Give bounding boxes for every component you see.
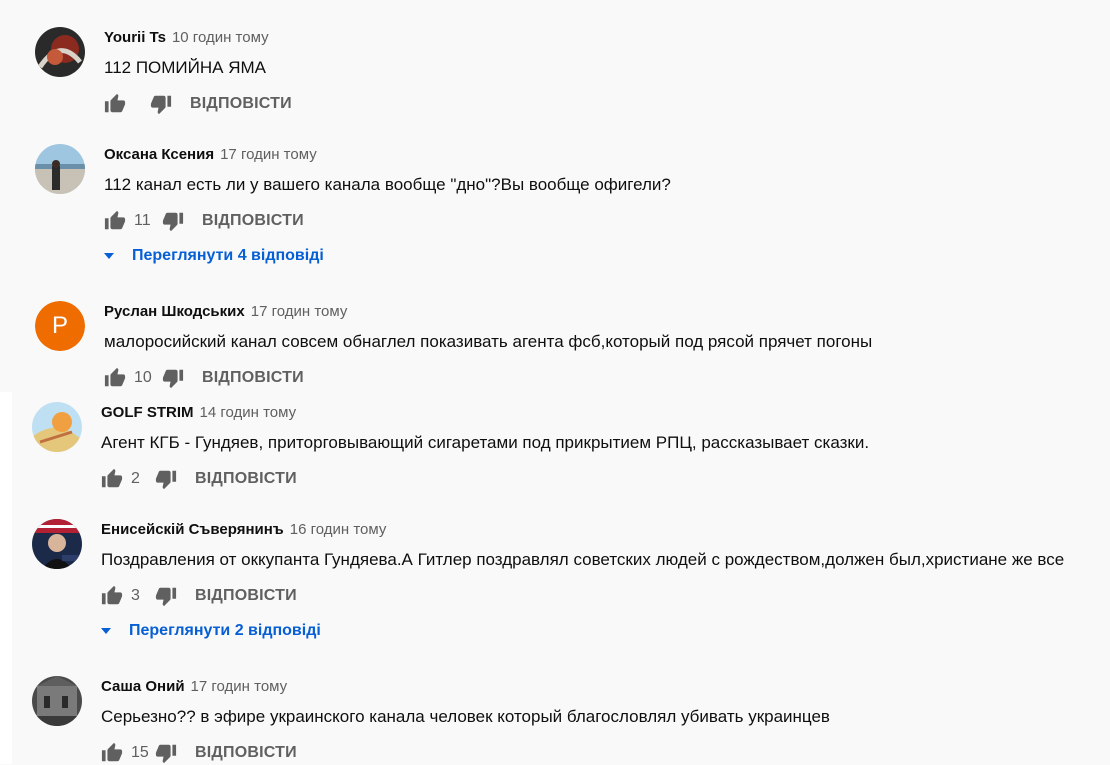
thumb-up-icon[interactable] bbox=[104, 367, 126, 389]
comment-header: Yourii Ts 10 годин тому bbox=[104, 29, 269, 46]
reply-button[interactable]: ВІДПОВІСТИ bbox=[190, 95, 292, 113]
thumb-up-icon[interactable] bbox=[104, 210, 126, 232]
comment-header: Оксана Ксения 17 годин тому bbox=[104, 146, 317, 163]
like-count: 2 bbox=[131, 470, 140, 487]
avatar[interactable] bbox=[35, 27, 85, 77]
caret-down-icon bbox=[104, 253, 114, 259]
view-replies-label: Переглянути 2 відповіді bbox=[129, 622, 321, 639]
view-replies-label: Переглянути 4 відповіді bbox=[132, 247, 324, 264]
caret-down-icon bbox=[101, 628, 111, 634]
comment-author[interactable]: Оксана Ксения bbox=[104, 146, 214, 163]
comment-time[interactable]: 14 годин тому bbox=[200, 404, 297, 421]
comment-time[interactable]: 17 годин тому bbox=[251, 303, 348, 320]
thumb-down-icon[interactable] bbox=[155, 742, 177, 764]
reply-button[interactable]: ВІДПОВІСТИ bbox=[195, 744, 297, 762]
comment-actions: ВІДПОВІСТИ bbox=[104, 92, 292, 116]
comment-author[interactable]: Yourii Ts bbox=[104, 29, 166, 46]
reply-button[interactable]: ВІДПОВІСТИ bbox=[195, 587, 297, 605]
comment-author[interactable]: Саша Оний bbox=[101, 678, 185, 695]
reply-button[interactable]: ВІДПОВІСТИ bbox=[202, 212, 304, 230]
comment-text: Серьезно?? в эфире украинского канала че… bbox=[101, 707, 830, 726]
comment-text: малоросийский канал совсем обнаглел пока… bbox=[104, 332, 873, 351]
avatar[interactable] bbox=[35, 144, 85, 194]
avatar[interactable] bbox=[32, 519, 82, 569]
comment-time[interactable]: 16 годин тому bbox=[290, 521, 387, 538]
comment-author[interactable]: GOLF STRIM bbox=[101, 404, 194, 421]
comment-actions: 10 ВІДПОВІСТИ bbox=[104, 366, 304, 390]
comment-text: Поздравления от оккупанта Гундяева.А Гит… bbox=[101, 550, 1065, 569]
avatar[interactable] bbox=[32, 402, 82, 452]
comment-header: GOLF STRIM 14 годин тому bbox=[101, 404, 296, 421]
avatar[interactable]: P bbox=[35, 301, 85, 351]
view-replies-button[interactable]: Переглянути 2 відповіді bbox=[101, 622, 321, 640]
comment-actions: 3 ВІДПОВІСТИ bbox=[101, 584, 297, 608]
comment-actions: 15 ВІДПОВІСТИ bbox=[101, 741, 297, 765]
avatar-letter: P bbox=[35, 301, 85, 351]
reply-button[interactable]: ВІДПОВІСТИ bbox=[202, 369, 304, 387]
comment-actions: 2 ВІДПОВІСТИ bbox=[101, 467, 297, 491]
comment-time[interactable]: 17 годин тому bbox=[191, 678, 288, 695]
thumb-up-icon[interactable] bbox=[101, 742, 123, 764]
thumb-up-icon[interactable] bbox=[101, 468, 123, 490]
like-count: 3 bbox=[131, 587, 140, 604]
comment-text: Агент КГБ - Гундяев, приторговывающий си… bbox=[101, 433, 870, 452]
comment-actions: 11 ВІДПОВІСТИ bbox=[104, 209, 304, 233]
comment-author[interactable]: Енисейскiй Съверянинъ bbox=[101, 521, 284, 538]
reply-button[interactable]: ВІДПОВІСТИ bbox=[195, 470, 297, 488]
thumb-down-icon[interactable] bbox=[155, 585, 177, 607]
comment-header: Енисейскiй Съверянинъ 16 годин тому bbox=[101, 521, 386, 538]
view-replies-button[interactable]: Переглянути 4 відповіді bbox=[104, 247, 324, 265]
like-count: 15 bbox=[131, 744, 149, 761]
comment-text: 112 ПОМИЙНА ЯМА bbox=[104, 58, 266, 77]
comment-header: Руслан Шкодських 17 годин тому bbox=[104, 303, 347, 320]
thumb-down-icon[interactable] bbox=[155, 468, 177, 490]
thumb-down-icon[interactable] bbox=[162, 367, 184, 389]
like-count: 10 bbox=[134, 369, 152, 386]
comment-time[interactable]: 10 годин тому bbox=[172, 29, 269, 46]
thumb-up-icon[interactable] bbox=[101, 585, 123, 607]
thumb-down-icon[interactable] bbox=[150, 93, 172, 115]
like-count: 11 bbox=[134, 212, 151, 229]
comment-text: 112 канал есть ли у вашего канала вообще… bbox=[104, 175, 671, 194]
comment-header: Саша Оний 17 годин тому bbox=[101, 678, 287, 695]
avatar[interactable] bbox=[32, 676, 82, 726]
panel-seam bbox=[0, 392, 12, 764]
thumb-up-icon[interactable] bbox=[104, 93, 126, 115]
comment-time[interactable]: 17 годин тому bbox=[220, 146, 317, 163]
comment-author[interactable]: Руслан Шкодських bbox=[104, 303, 245, 320]
thumb-down-icon[interactable] bbox=[162, 210, 184, 232]
